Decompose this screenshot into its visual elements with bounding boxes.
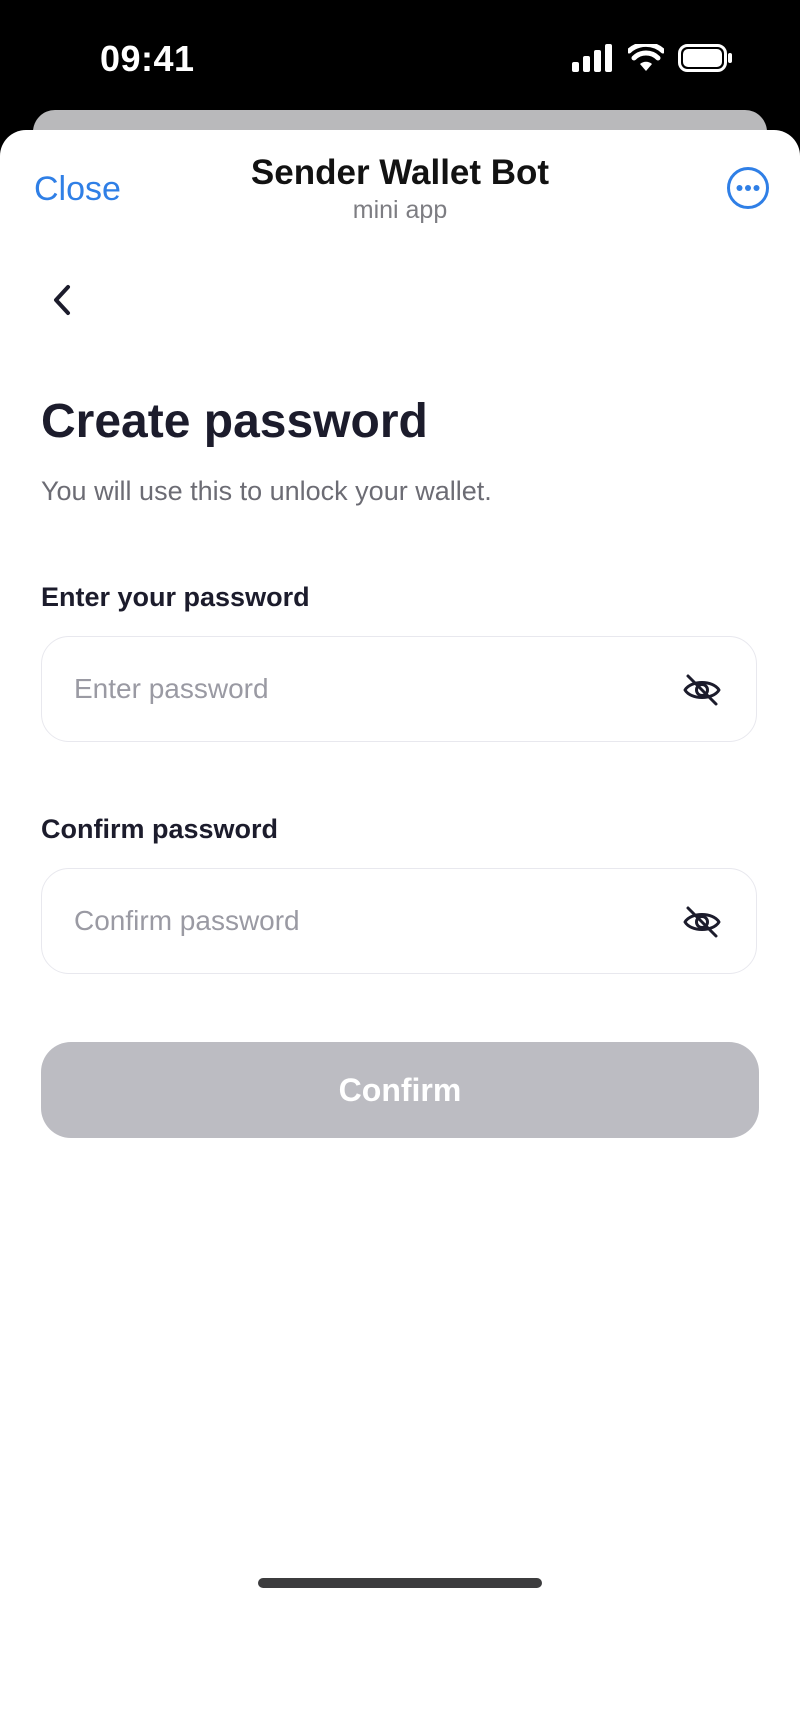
status-icons <box>572 44 734 72</box>
password-label: Enter your password <box>41 582 310 612</box>
chevron-left-icon <box>54 285 70 315</box>
confirm-password-label: Confirm password <box>41 814 279 844</box>
confirm-button[interactable]: Confirm <box>41 1042 759 1138</box>
toggle-password-visibility-button[interactable] <box>682 671 722 709</box>
eye-slash-icon <box>683 674 721 706</box>
app-subtitle: mini app <box>352 196 448 224</box>
more-options-icon <box>727 167 769 209</box>
toggle-confirm-visibility-button[interactable] <box>682 903 722 941</box>
confirm-password-field <box>41 868 757 974</box>
home-indicator <box>258 1578 542 1588</box>
mini-app-sheet: Close Sender Wallet Bot mini app Create … <box>0 130 800 1734</box>
app-title: Sender Wallet Bot <box>250 153 550 192</box>
close-button[interactable]: Close <box>34 170 121 209</box>
more-options-button[interactable] <box>726 166 770 210</box>
confirm-password-input[interactable] <box>74 869 634 973</box>
back-button[interactable] <box>44 282 80 318</box>
status-time: 09:41 <box>100 38 195 79</box>
cellular-signal-icon <box>572 44 612 72</box>
password-field <box>41 636 757 742</box>
eye-slash-icon <box>683 906 721 938</box>
battery-icon <box>678 44 732 72</box>
page-description: You will use this to unlock your wallet. <box>41 476 492 506</box>
password-input[interactable] <box>74 637 634 741</box>
status-bar: 09:41 <box>0 0 800 120</box>
header-title-group: Sender Wallet Bot mini app <box>200 152 600 226</box>
page-title: Create password <box>41 395 428 448</box>
wifi-icon <box>628 44 664 71</box>
